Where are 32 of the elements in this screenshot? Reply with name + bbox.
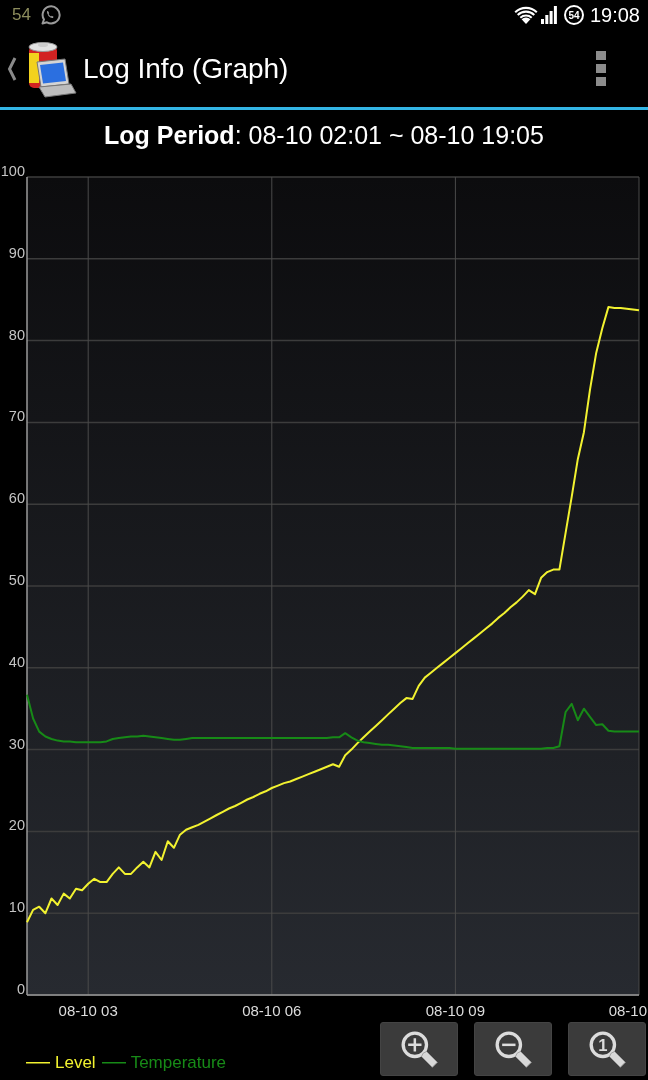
y-axis-label: 100: [0, 163, 25, 179]
zoom-out-icon: [493, 1029, 533, 1069]
back-chevron-icon[interactable]: [7, 55, 17, 82]
clock-time: 19:08: [589, 3, 640, 27]
legend-label: Temperature: [130, 1053, 227, 1073]
zoom-in-icon: [399, 1029, 439, 1069]
x-axis-label: 08-10 09: [425, 1002, 485, 1019]
y-axis-label: 90: [8, 244, 25, 261]
zoom-in-button[interactable]: [380, 1022, 458, 1076]
y-axis-label: 60: [8, 490, 25, 507]
notification-count: 54: [12, 5, 31, 25]
log-period-text: Log Period: 08-10 02:01 ~ 08-10 19:05: [104, 120, 544, 150]
y-axis-label: 40: [8, 653, 25, 670]
circled-number: 54: [563, 5, 584, 25]
legend-label: Level: [55, 1053, 96, 1073]
overflow-menu-icon[interactable]: [596, 50, 606, 87]
signal-icon: [540, 6, 557, 24]
screen-title: Log Info (Graph): [83, 52, 289, 85]
x-axis-label: 08-10 06: [242, 1002, 302, 1019]
y-axis-label: 0: [16, 981, 25, 997]
reset-zoom-button[interactable]: 1: [568, 1022, 646, 1076]
y-axis-label: 80: [8, 326, 25, 343]
x-axis-label: 08-10: [608, 1002, 647, 1019]
y-axis-label: 30: [8, 735, 25, 752]
y-axis-label: 50: [8, 572, 25, 588]
x-axis-label: 08-10 03: [58, 1002, 118, 1019]
chat-bubble-icon: [38, 4, 61, 26]
y-axis-label: 20: [8, 817, 25, 834]
wifi-icon: [513, 6, 538, 24]
y-axis-label: 70: [8, 408, 25, 425]
y-axis-label: 10: [8, 899, 25, 916]
zoom-out-button[interactable]: [474, 1022, 552, 1076]
